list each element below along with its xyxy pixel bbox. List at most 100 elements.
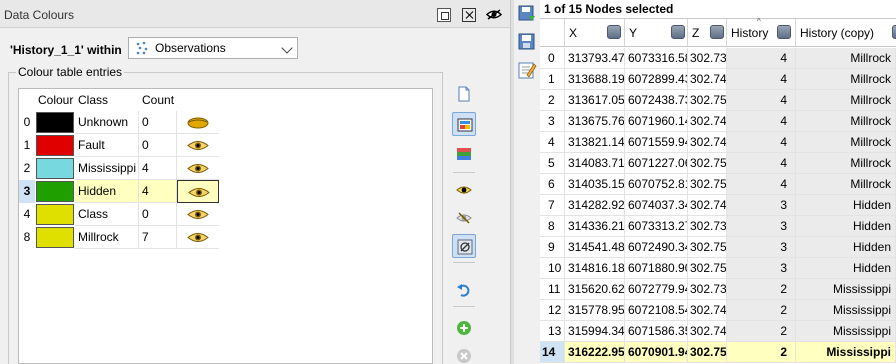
class-cell[interactable]: Mississippi [75,157,139,180]
colour-table-row[interactable]: 3 Hidden 4 [19,180,219,203]
table-row[interactable]: 10 314816.18 6071880.90 302.75 3 Hidden [540,258,896,279]
cell-history[interactable]: 3 [727,195,796,216]
null-button[interactable] [452,234,476,258]
new-page-button[interactable] [452,82,476,106]
cell-history-copy[interactable]: Hidden [796,195,896,216]
cell-history[interactable]: 2 [727,300,796,321]
show-all-button[interactable] [452,178,476,202]
add-entry-button[interactable] [452,316,476,340]
cell-x[interactable]: 313675.76 [565,111,625,132]
row-header[interactable]: 3 [540,111,565,132]
cell-z[interactable]: 302.75 [688,90,727,111]
class-cell[interactable]: Class [75,203,139,226]
row-header[interactable]: 12 [540,300,565,321]
cell-y[interactable]: 6071227.06 [625,153,688,174]
row-header[interactable]: 2 [540,90,565,111]
table-row[interactable]: 13 315994.34 6071586.35 302.74 2 Mississippi [540,321,896,342]
color-table-button[interactable] [452,112,476,136]
cell-history[interactable]: 4 [727,174,796,195]
table-row[interactable]: 8 314336.21 6073313.27 302.73 3 Hidden [540,216,896,237]
cell-history[interactable]: 4 [727,132,796,153]
cell-y[interactable]: 6070901.94 [625,342,688,363]
row-header[interactable]: 14 [540,342,565,363]
cell-x[interactable]: 315778.95 [565,300,625,321]
visibility-cell[interactable] [177,180,219,203]
visibility-cell[interactable] [177,134,219,157]
cell-history[interactable]: 4 [727,69,796,90]
cell-y[interactable]: 6072779.94 [625,279,688,300]
cell-x[interactable]: 314083.71 [565,153,625,174]
cell-x[interactable]: 313793.47 [565,48,625,69]
class-cell[interactable]: Unknown [75,111,139,134]
calculator-icon[interactable] [777,25,791,39]
row-header[interactable]: 5 [540,153,565,174]
cell-y[interactable]: 6070752.81 [625,174,688,195]
cell-history[interactable]: 3 [727,237,796,258]
cell-y[interactable]: 6071559.94 [625,132,688,153]
cell-history-copy[interactable]: Millrock [796,174,896,195]
cell-x[interactable]: 314282.92 [565,195,625,216]
visibility-cell[interactable] [177,157,219,180]
cell-y[interactable]: 6071880.90 [625,258,688,279]
row-header[interactable]: 0 [540,48,565,69]
observations-combo[interactable]: Observations [128,37,298,59]
visibility-cell[interactable] [177,226,219,249]
table-row[interactable]: 12 315778.95 6072108.54 302.74 2 Mississippi [540,300,896,321]
class-cell[interactable]: Hidden [75,180,139,203]
cell-x[interactable]: 314336.21 [565,216,625,237]
colour-swatch[interactable] [36,227,74,248]
cell-z[interactable]: 302.74 [688,321,727,342]
cell-history[interactable]: 2 [727,279,796,300]
table-row[interactable]: 2 313617.05 6072438.73 302.75 4 Millrock [540,90,896,111]
cell-history-copy[interactable]: Millrock [796,153,896,174]
table-row[interactable]: 6 314035.15 6070752.81 302.75 4 Millrock [540,174,896,195]
cell-y[interactable]: 6074037.34 [625,195,688,216]
calculator-icon[interactable] [607,25,621,39]
visibility-cell[interactable] [177,203,219,226]
table-row[interactable]: 14 316222.95 6070901.94 302.75 2 Mississippi [540,342,896,363]
class-cell[interactable]: Millrock [75,226,139,249]
cell-history-copy[interactable]: Hidden [796,237,896,258]
undo-button[interactable] [452,278,476,302]
visibility-cell[interactable] [177,111,219,134]
cell-x[interactable]: 313617.05 [565,90,625,111]
table-row[interactable]: 9 314541.48 6072490.34 302.75 3 Hidden [540,237,896,258]
color-bars-button[interactable] [452,142,476,166]
cell-z[interactable]: 302.74 [688,111,727,132]
cell-x[interactable]: 313688.19 [565,69,625,90]
edit-sheet-icon[interactable] [517,60,537,80]
table-row[interactable]: 0 313793.47 6073316.58 302.73 4 Millrock [540,48,896,69]
cell-z[interactable]: 302.75 [688,153,727,174]
colour-table-row[interactable]: 2 Mississippi 4 [19,157,219,180]
cell-z[interactable]: 302.75 [688,258,727,279]
cell-z[interactable]: 302.74 [688,300,727,321]
cell-y[interactable]: 6072108.54 [625,300,688,321]
row-header[interactable]: 1 [540,69,565,90]
cell-history[interactable]: 3 [727,216,796,237]
cell-history-copy[interactable]: Millrock [796,111,896,132]
cell-z[interactable]: 302.73 [688,279,727,300]
colour-swatch[interactable] [36,112,74,133]
cell-history[interactable]: 2 [727,342,796,363]
colour-table-row[interactable]: 8 Millrock 7 [19,226,219,249]
row-header[interactable]: 13 [540,321,565,342]
cell-history[interactable]: 3 [727,258,796,279]
table-row[interactable]: 4 313821.14 6071559.94 302.74 4 Millrock [540,132,896,153]
cell-history[interactable]: 4 [727,48,796,69]
cell-z[interactable]: 302.75 [688,174,727,195]
cell-y[interactable]: 6073316.58 [625,48,688,69]
cell-z[interactable]: 302.74 [688,69,727,90]
cell-z[interactable]: 302.73 [688,216,727,237]
cell-history-copy[interactable]: Hidden [796,216,896,237]
table-row[interactable]: 7 314282.92 6074037.34 302.74 3 Hidden [540,195,896,216]
cell-y[interactable]: 6073313.27 [625,216,688,237]
remove-entry-button[interactable] [452,344,476,364]
cell-history[interactable]: 4 [727,153,796,174]
header-class[interactable]: Class [78,93,108,107]
cell-z[interactable]: 302.75 [688,237,727,258]
cell-history-copy[interactable]: Mississippi [796,279,896,300]
cell-history-copy[interactable]: Millrock [796,69,896,90]
cell-history-copy[interactable]: Mississippi [796,342,896,363]
corner-header[interactable] [540,19,565,47]
calculator-icon[interactable] [710,25,724,39]
